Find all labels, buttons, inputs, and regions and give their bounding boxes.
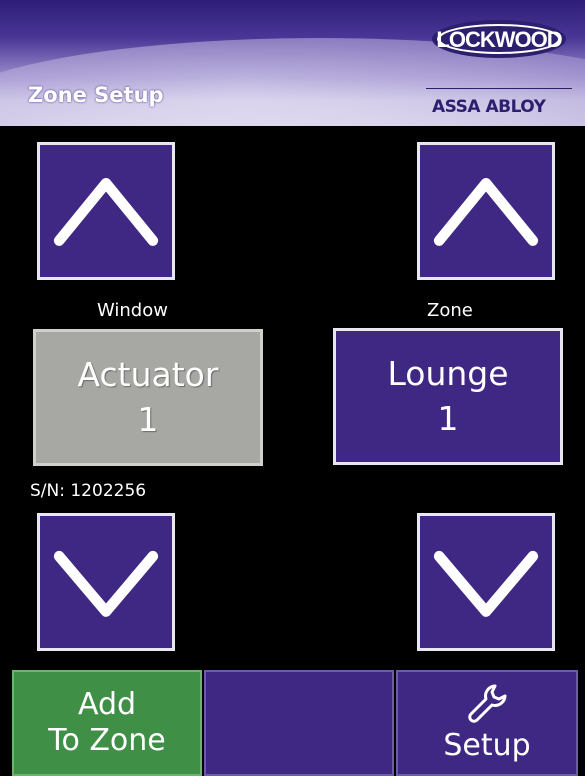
brand-divider xyxy=(426,88,572,89)
wrench-icon xyxy=(468,684,507,723)
svg-text:LOCKWOOD: LOCKWOOD xyxy=(436,27,561,52)
blank-button[interactable] xyxy=(204,670,394,776)
zone-value-number: 1 xyxy=(437,398,459,438)
chevron-up-icon xyxy=(433,177,539,246)
page-title: Zone Setup xyxy=(28,83,164,107)
chevron-down-icon xyxy=(433,550,539,617)
zone-down-button[interactable] xyxy=(417,513,555,651)
add-button-line1: Add xyxy=(77,687,137,722)
chevron-down-icon xyxy=(53,550,159,617)
add-to-zone-button[interactable]: Add To Zone xyxy=(12,670,202,776)
window-up-button[interactable] xyxy=(37,142,175,280)
chevron-up-icon xyxy=(53,177,159,246)
zone-label: Zone xyxy=(427,300,473,321)
setup-button[interactable]: Setup xyxy=(396,670,578,776)
setup-button-label: Setup xyxy=(443,728,531,763)
window-value-display[interactable]: Actuator 1 xyxy=(33,329,263,466)
lockwood-logo: LOCKWOOD xyxy=(432,20,566,58)
zone-value-name: Lounge xyxy=(387,353,509,393)
add-button-line2: To Zone xyxy=(48,723,166,758)
window-value-name: Actuator xyxy=(77,354,219,394)
zone-value-display[interactable]: Lounge 1 xyxy=(333,328,563,465)
zone-up-button[interactable] xyxy=(417,142,555,280)
window-value-number: 1 xyxy=(137,399,159,439)
header-bar: Zone Setup LOCKWOOD ASSA ABLOY xyxy=(0,0,585,126)
brand-subtitle: ASSA ABLOY xyxy=(432,97,546,117)
window-down-button[interactable] xyxy=(37,513,175,651)
serial-number: S/N: 1202256 xyxy=(30,481,147,501)
window-label: Window xyxy=(97,300,168,321)
